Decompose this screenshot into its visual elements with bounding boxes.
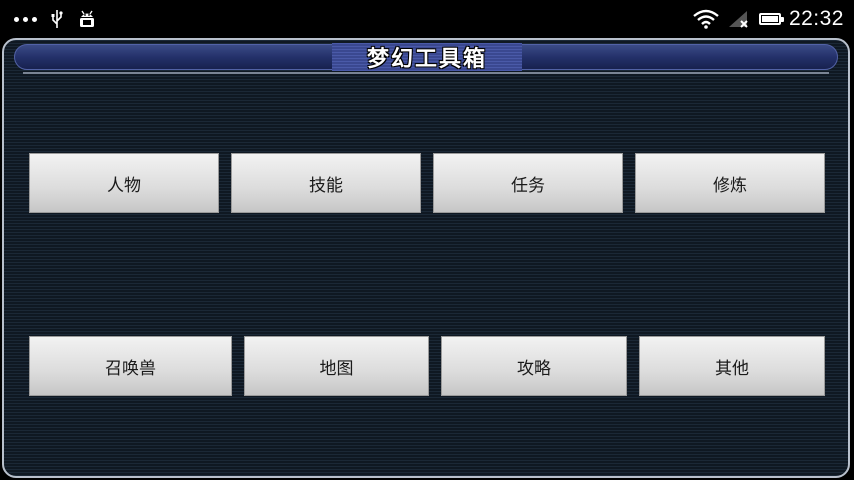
other-button[interactable]: 其他 [639,336,825,396]
more-dots-icon [14,16,37,22]
status-bar-left [14,0,97,38]
summon-beast-button[interactable]: 召唤兽 [29,336,232,396]
title-banner: 梦幻工具箱 [332,43,522,72]
status-bar: 22:32 [0,0,854,38]
character-button[interactable]: 人物 [29,153,219,213]
usb-icon [51,10,63,28]
battery-icon [758,13,784,25]
cultivation-button[interactable]: 修炼 [635,153,825,213]
quests-button[interactable]: 任务 [433,153,623,213]
skills-button[interactable]: 技能 [231,153,421,213]
cell-signal-icon [728,11,748,28]
status-time: 22:32 [788,7,844,30]
page-title: 梦幻工具箱 [366,47,487,72]
strategy-button[interactable]: 攻略 [441,336,627,396]
toolbox-panel: 梦幻工具箱 人物 技能 任务 修炼 召唤兽 地图 攻略 其他 [2,38,850,478]
map-button[interactable]: 地图 [244,336,429,396]
status-bar-right: 22:32 [693,0,844,38]
wifi-icon [693,9,719,29]
android-debug-icon [80,10,94,27]
